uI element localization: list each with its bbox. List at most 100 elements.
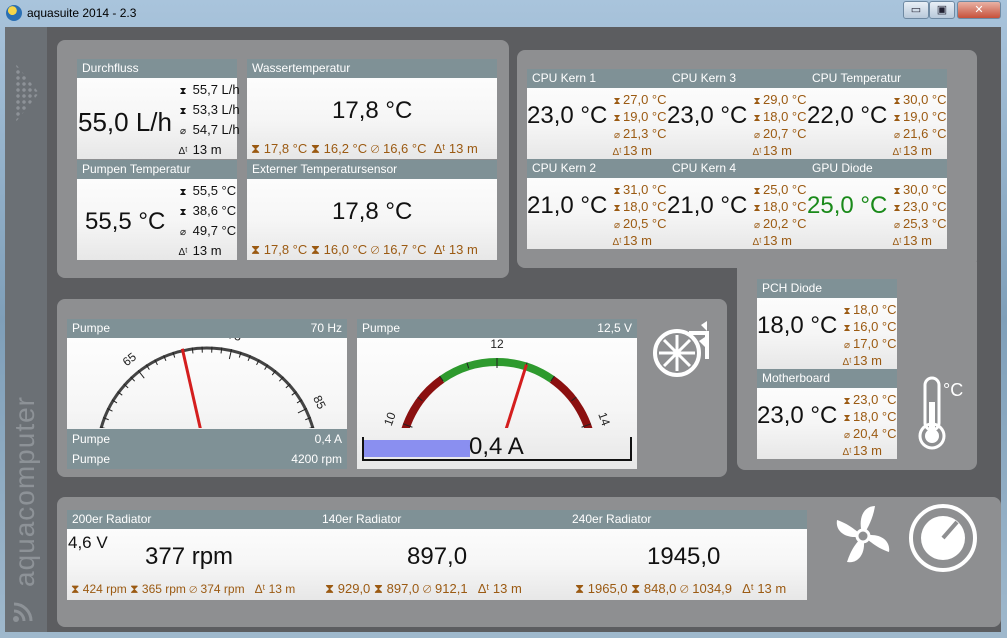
pump-voltage: 12,5 V (597, 321, 632, 335)
tile-title: CPU Kern 1 (527, 69, 667, 88)
sidebar: aquacomputer (5, 27, 47, 632)
pump-icon[interactable] (649, 319, 713, 383)
delta-icon: Δᵗ (178, 247, 188, 258)
fan-icon[interactable] (827, 500, 899, 572)
delta-icon: Δᵗ (842, 447, 852, 458)
tile-title: CPU Kern 2 (527, 159, 667, 178)
max-icon: ⧗ (179, 187, 187, 198)
tile-pumpen-temperatur[interactable]: Pumpen Temperatur 55,5 °C ⧗ 55,5 °C ⧗ 38… (77, 160, 237, 260)
stat-dt: Δᵗ 13 m (611, 232, 652, 251)
tile-title: Pumpe 12,5 V (357, 319, 637, 338)
close-button[interactable]: ✕ (957, 1, 1001, 19)
tile-cputemp[interactable]: CPU Temperatur 22,0 °C ⧗ 30,0 °C ⧗ 19,0 °C… (807, 69, 947, 159)
celsius-label: °C (943, 380, 963, 400)
tile-value: 17,8 °C (332, 198, 413, 225)
pump-speed-row: Pumpe 4200 rpm (67, 449, 347, 469)
gauge-tick-label: 12 (490, 338, 504, 351)
tile-value: 55,0 L/h (78, 107, 172, 137)
expand-arrow-icon[interactable] (15, 63, 39, 123)
current-bar-fill (364, 440, 471, 457)
gauge-tick-label: 75 (227, 338, 243, 344)
tile-title: Durchfluss (77, 59, 237, 78)
tile-value: 55,5 °C (85, 208, 166, 235)
thermometer-icon: °C (918, 376, 963, 450)
stat-row: ⧗ 17,8 °C ⧗ 16,2 °C ⌀ 16,6 °C Δᵗ 13 m (251, 141, 478, 156)
tile-mobo[interactable]: Motherboard 23,0 °C ⧗ 23,0 °C ⧗ 18,0 °C ⌀ 2… (757, 369, 897, 459)
gauge-tick-label: 65 (120, 350, 139, 369)
radiator-200-stats: ⧗ 424 rpm ⧗ 365 rpm ⌀ 374 rpm Δᵗ 13 m (71, 582, 296, 596)
radiator-140-stats: ⧗ 929,0 ⧗ 897,0 ⌀ 912,1 Δᵗ 13 m (325, 581, 522, 596)
tile-cpu2[interactable]: CPU Kern 2 21,0 °C ⧗ 31,0 °C ⧗ 18,0 °C ⌀ 20… (527, 159, 667, 249)
tile-cpu1[interactable]: CPU Kern 1 23,0 °C ⧗ 27,0 °C ⧗ 19,0 °C ⌀ 21… (527, 69, 667, 159)
tile-durchfluss[interactable]: Durchfluss 55,0 L/h ⧗ 55,7 L/h ⧗ 53,3 L/… (77, 59, 240, 162)
voltage-gauge: 810121416VPumpe (381, 338, 613, 428)
tile-title: Externer Temperatursensor (247, 160, 497, 179)
radiator-140-title: 140er Radiator (322, 512, 402, 526)
tile-cpu3[interactable]: CPU Kern 3 23,0 °C ⧗ 29,0 °C ⧗ 18,0 °C ⌀ 20… (667, 69, 807, 159)
gauge-band (401, 376, 445, 428)
app-window: aquasuite 2014 - 2.3 ▭ ▣ ✕ aquacomputer … (0, 0, 1007, 638)
maximize-button[interactable]: ▣ (929, 1, 955, 19)
tile-title: Pumpen Temperatur (77, 160, 237, 179)
stat-max: ⧗ 55,5 °C (177, 181, 236, 203)
radiator-240-value: 1945,0 (647, 543, 721, 570)
stat-min: ⧗ 38,6 °C (177, 201, 236, 223)
gauge-band (549, 376, 593, 428)
tile-title: Motherboard (757, 369, 897, 388)
delta-icon: Δᵗ (178, 146, 188, 157)
window-title: aquasuite 2014 - 2.3 (27, 6, 137, 20)
delta-icon: Δᵗ (752, 237, 762, 248)
radiator-240-stats: ⧗ 1965,0 ⧗ 848,0 ⌀ 1034,9 Δᵗ 13 m (575, 581, 787, 596)
rss-icon[interactable] (11, 600, 35, 624)
tile-cpu4[interactable]: CPU Kern 4 21,0 °C ⧗ 25,0 °C ⧗ 18,0 °C ⌀ 20… (667, 159, 807, 249)
min-icon: ⧗ (179, 106, 187, 117)
tile-pump-voltage[interactable]: Pumpe12,5 V 810121416VPumpe 0,4 A (357, 319, 637, 469)
stat-min: ⧗ 53,3 L/h (177, 100, 239, 122)
stat-dt: Δᵗ 13 m (751, 232, 792, 251)
tile-value: 23,0 °C (757, 402, 838, 429)
stat-avg: ⌀ 49,7 °C (177, 221, 236, 243)
avg-icon: ⌀ (179, 126, 187, 137)
stat-avg: ⌀ 54,7 L/h (177, 120, 240, 142)
tile-value: 17,8 °C (332, 97, 413, 124)
tile-pump-frequency[interactable]: Pumpe70 Hz 455565758595100HzPumpe Pumpe0… (67, 319, 347, 469)
pump-frequency: 70 Hz (310, 321, 342, 335)
stat-dt: Δᵗ 13 m (177, 140, 222, 162)
stat-dt: Δᵗ 13 m (177, 241, 222, 263)
tile-title: CPU Temperatur (807, 69, 947, 88)
max-icon: ⧗ (179, 86, 187, 97)
gauge-tick-label: 85 (310, 393, 329, 411)
dashboard: Durchfluss 55,0 L/h ⧗ 55,7 L/h ⧗ 53,3 L/… (47, 27, 1001, 632)
tile-value: 18,0 °C (757, 312, 838, 339)
frequency-gauge: 455565758595100HzPumpe (99, 338, 329, 428)
radiator-200-title: 200er Radiator (72, 512, 152, 526)
tile-value: 21,0 °C (527, 192, 608, 219)
tile-wassertemperatur[interactable]: Wassertemperatur 17,8 °C ⧗ 17,8 °C ⧗ 16,… (247, 59, 497, 159)
tile-pch[interactable]: PCH Diode 18,0 °C ⧗ 18,0 °C ⧗ 16,0 °C ⌀ 17,… (757, 279, 897, 369)
aquasuite-logo-icon (6, 5, 22, 21)
tile-title: CPU Kern 3 (667, 69, 807, 88)
tile-title: Pumpe 70 Hz (67, 319, 347, 338)
stat-row: ⧗ 17,8 °C ⧗ 16,0 °C ⌀ 16,7 °C Δᵗ 13 m (251, 242, 478, 257)
tile-value: 22,0 °C (807, 102, 888, 129)
min-icon: ⧗ (179, 207, 187, 218)
tile-radiators[interactable]: 200er Radiator 140er Radiator 240er Radi… (67, 510, 807, 600)
title-bar[interactable]: aquasuite 2014 - 2.3 ▭ ▣ ✕ (0, 0, 1007, 26)
fan-control-knob-icon[interactable] (907, 502, 979, 574)
radiator-200-value: 377 rpm (145, 543, 234, 570)
tile-gpu[interactable]: GPU Diode 25,0 °C ⧗ 30,0 °C ⧗ 23,0 °C ⌀ 25,… (807, 159, 947, 249)
tile-title: PCH Diode (757, 279, 897, 298)
tile-title-row: 200er Radiator 140er Radiator 240er Radi… (67, 510, 807, 529)
tile-value: 25,0 °C (807, 192, 888, 219)
tile-value: 23,0 °C (527, 102, 608, 129)
stat-dt: Δᵗ 13 m (841, 442, 882, 461)
brand-logo-text: aquacomputer (9, 395, 40, 587)
radiator-200-voltage: 4,6 V (68, 533, 108, 552)
minimize-button[interactable]: ▭ (903, 1, 929, 19)
delta-icon: Δᵗ (892, 237, 902, 248)
stat-dt: Δᵗ 13 m (891, 232, 932, 251)
stat-max: ⧗ 55,7 L/h (177, 80, 239, 102)
delta-icon: Δᵗ (612, 237, 622, 248)
tile-externer-temperatursensor[interactable]: Externer Temperatursensor 17,8 °C ⧗ 17,8… (247, 160, 497, 260)
gauge-needle (504, 364, 528, 428)
